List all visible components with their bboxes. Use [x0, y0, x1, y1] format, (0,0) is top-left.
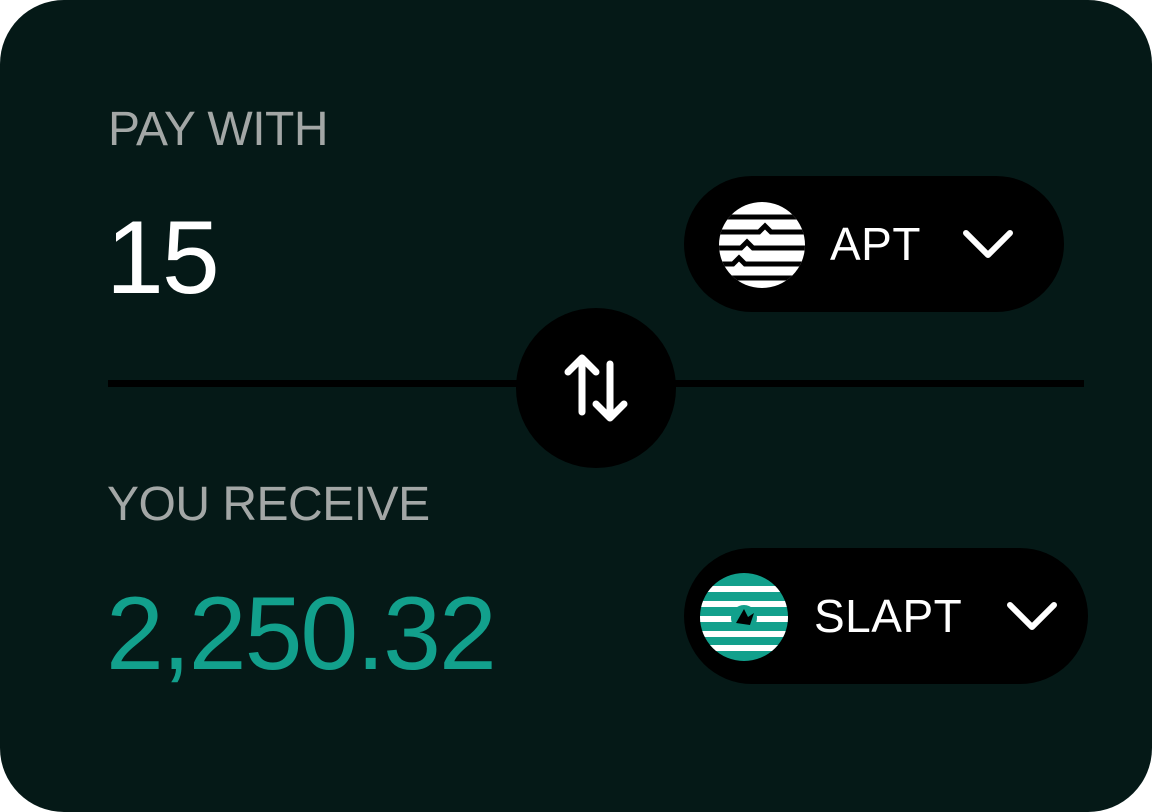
pay-with-label: PAY WITH [108, 103, 329, 156]
pay-token-name: APT [830, 218, 921, 270]
receive-amount: 2,250.32 [106, 576, 497, 692]
swap-direction-button[interactable] [516, 308, 676, 468]
receive-token-selector[interactable]: SLAPT [684, 548, 1088, 684]
aptos-logo-icon [719, 202, 805, 288]
pay-token-selector[interactable]: APT [684, 176, 1064, 312]
chevron-down-icon [963, 230, 1013, 258]
chevron-down-icon [1007, 602, 1057, 630]
swap-card: PAY WITH 15 APT YOU RECEIVE 2,250.32 SLA… [0, 0, 1152, 812]
swap-arrows-icon [564, 354, 628, 422]
you-receive-label: YOU RECEIVE [107, 478, 430, 531]
receive-token-name: SLAPT [814, 590, 963, 642]
slapt-logo-icon [700, 573, 788, 661]
pay-amount-input[interactable]: 15 [106, 206, 220, 310]
